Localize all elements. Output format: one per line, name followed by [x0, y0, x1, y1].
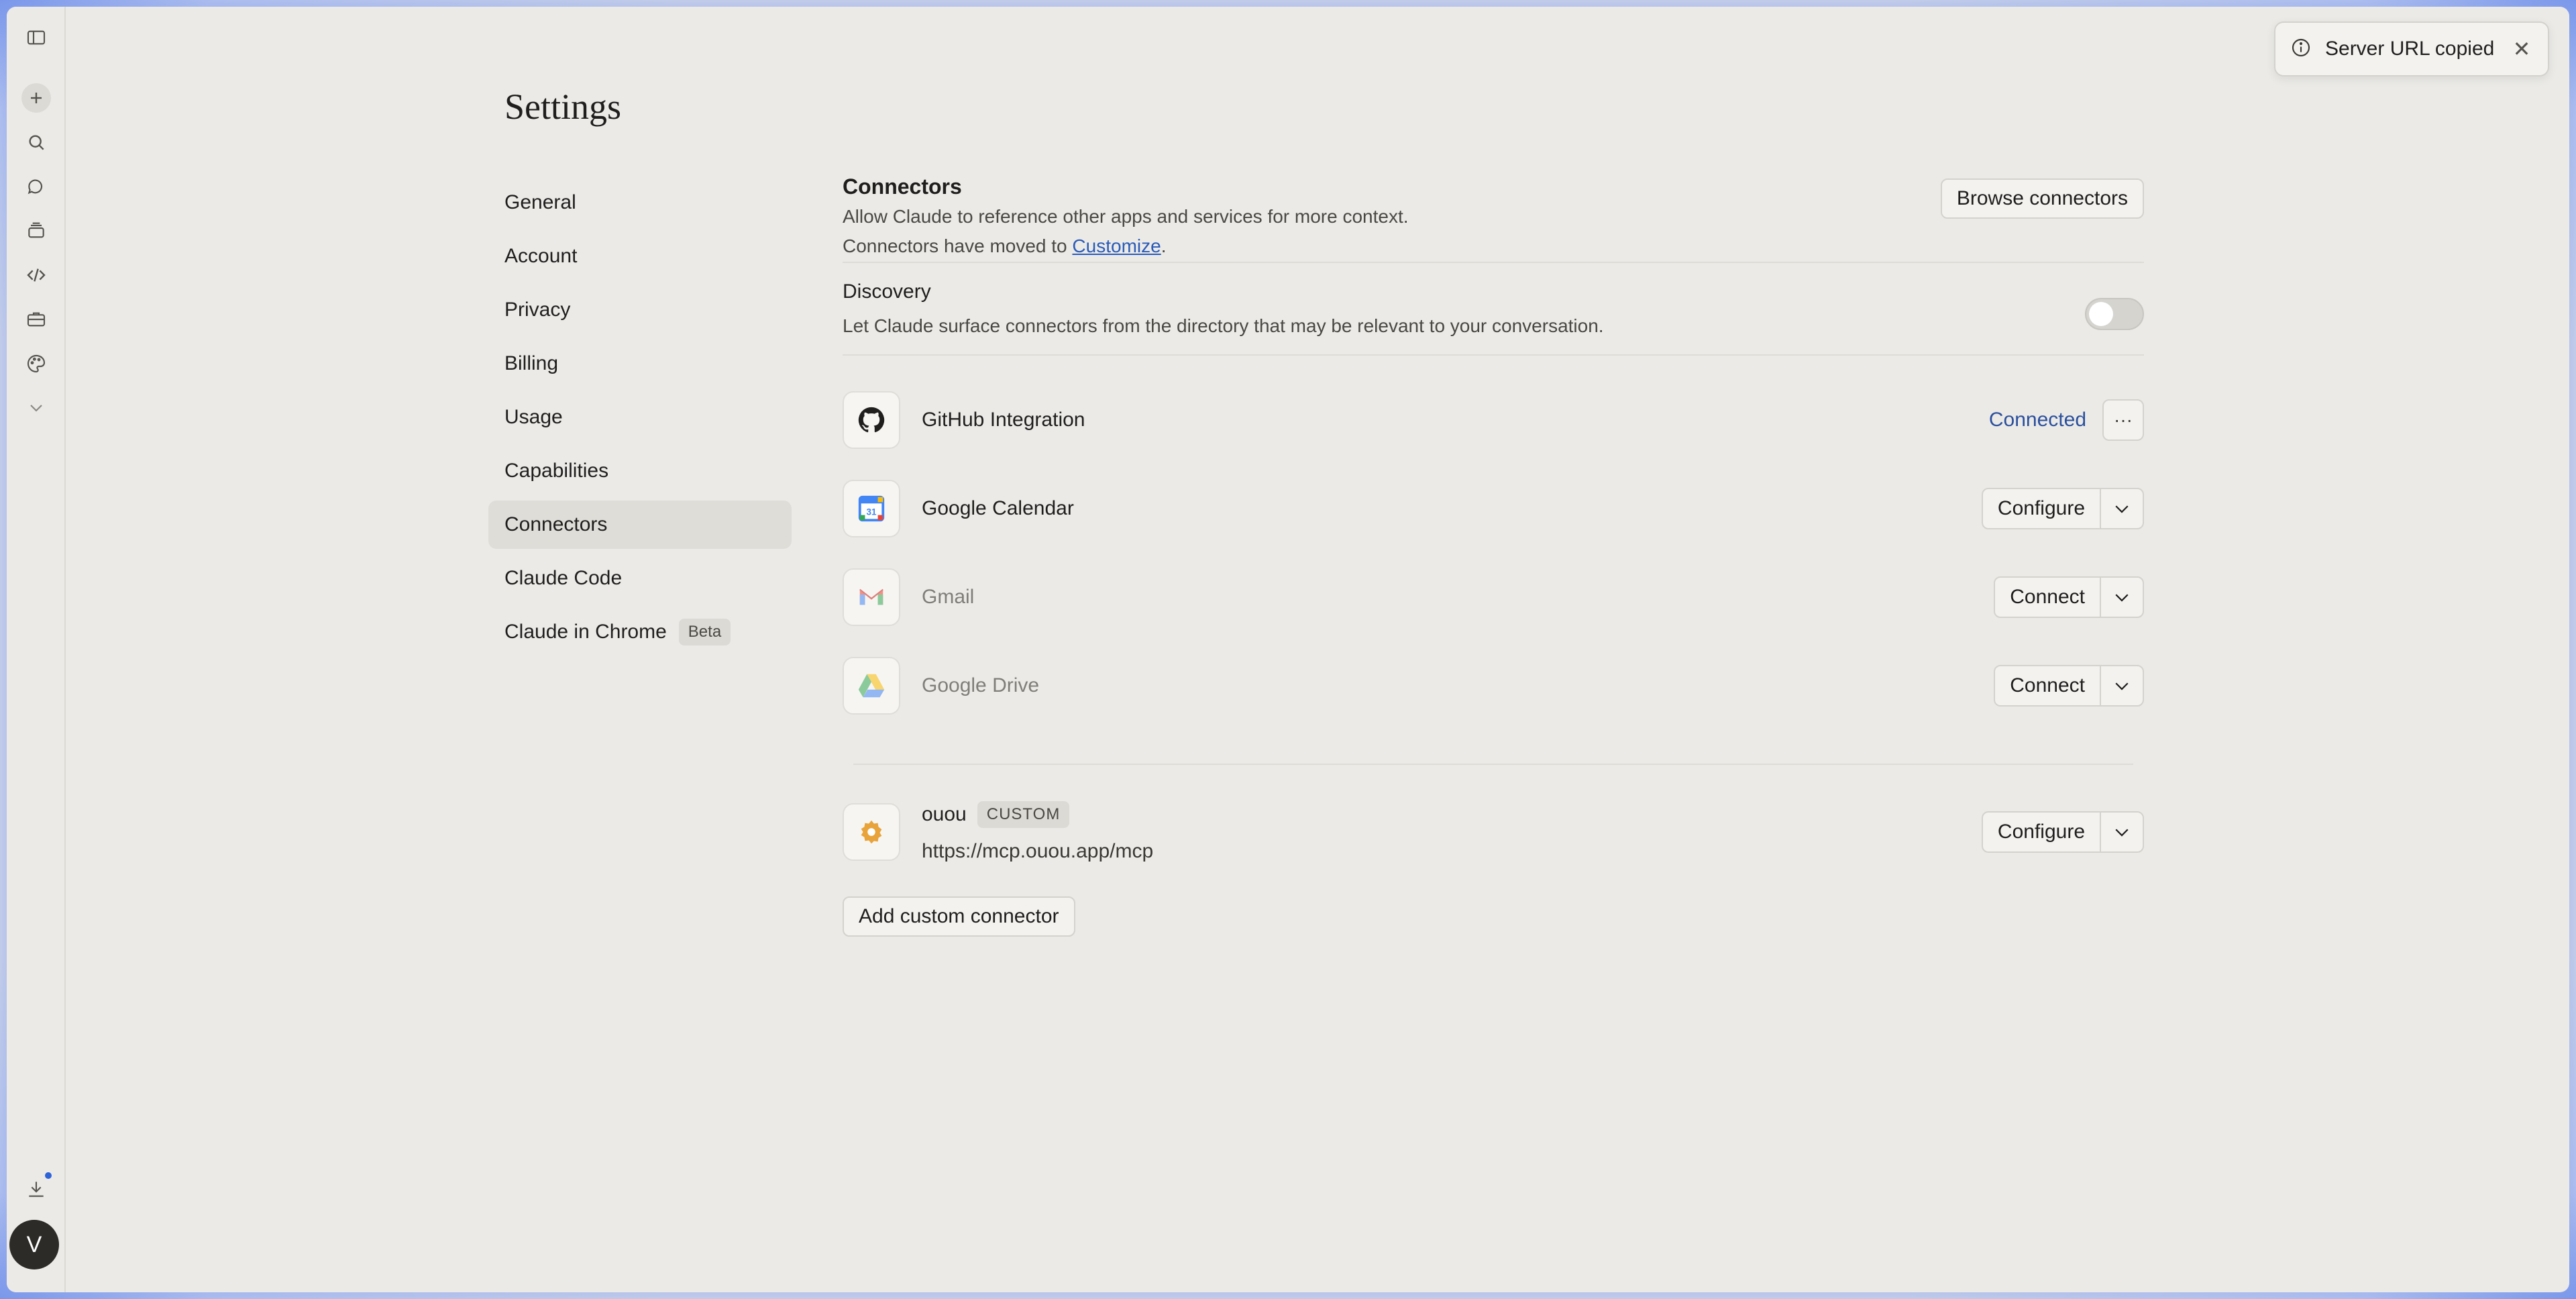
nav-item-privacy[interactable]: Privacy: [488, 286, 792, 334]
connector-row-gmail: Gmail Connect: [843, 553, 2144, 641]
gmail-icon: [843, 568, 900, 626]
nav-item-general[interactable]: General: [488, 178, 792, 227]
connect-split-button: Connect: [1994, 576, 2144, 618]
configure-button[interactable]: Configure: [1983, 489, 2101, 528]
nav-item-label: Claude Code: [504, 567, 623, 589]
custom-badge: CUSTOM: [977, 801, 1070, 828]
moved-notice-text: Connectors have moved to: [843, 236, 1073, 256]
discovery-title: Discovery: [843, 280, 931, 303]
nav-item-label: Connectors: [504, 513, 608, 535]
nav-item-label: General: [504, 191, 576, 213]
projects-icon[interactable]: [21, 216, 51, 246]
connector-name: Google Drive: [922, 674, 1040, 696]
nav-item-capabilities[interactable]: Capabilities: [488, 447, 792, 495]
connect-split-button: Connect: [1994, 665, 2144, 707]
connector-name: GitHub Integration: [922, 409, 1085, 431]
connector-actions: Configure: [1981, 488, 2144, 529]
settings-nav: General Account Privacy Billing Usage Ca…: [488, 178, 792, 662]
connector-actions: Connect: [1994, 576, 2144, 618]
divider: [853, 764, 2133, 765]
connector-row-custom: ouou CUSTOM https://mcp.ouou.app/mcp Con…: [843, 798, 2144, 866]
more-options-button[interactable]: ···: [2102, 399, 2144, 441]
chats-icon[interactable]: [21, 172, 51, 201]
github-icon: [843, 391, 900, 449]
nav-item-label: Claude in Chrome: [504, 621, 667, 643]
configure-split-button: Configure: [1981, 811, 2144, 853]
google-calendar-icon: 31: [843, 480, 900, 537]
nav-item-billing[interactable]: Billing: [488, 340, 792, 388]
briefcase-icon[interactable]: [21, 305, 51, 334]
nav-item-label: Privacy: [504, 299, 571, 321]
connectors-panel: Connectors Allow Claude to reference oth…: [843, 174, 2144, 937]
discovery-description: Let Claude surface connectors from the d…: [843, 315, 1604, 336]
page-title: Settings: [504, 87, 622, 127]
discovery-toggle[interactable]: [2085, 298, 2144, 330]
new-chat-icon[interactable]: [21, 83, 51, 113]
connector-name: Gmail: [922, 586, 975, 608]
connector-actions: Configure: [1981, 811, 2144, 853]
code-icon[interactable]: [21, 260, 51, 290]
app-window: V Settings General Account Privacy Billi…: [7, 7, 2569, 1292]
connect-button[interactable]: Connect: [1995, 578, 2101, 617]
toast-message: Server URL copied: [2325, 38, 2495, 60]
custom-connector-icon: [843, 803, 900, 861]
nav-item-connectors[interactable]: Connectors: [488, 501, 792, 549]
nav-item-usage[interactable]: Usage: [488, 393, 792, 441]
notification-dot: [43, 1170, 54, 1181]
avatar[interactable]: V: [9, 1220, 59, 1269]
toast-notification: Server URL copied ✕: [2274, 21, 2549, 76]
chevron-down-icon[interactable]: [2101, 489, 2143, 528]
connector-row-google-calendar: 31 Google Calendar Configure: [843, 464, 2144, 553]
close-icon[interactable]: ✕: [2512, 37, 2532, 61]
nav-item-label: Billing: [504, 352, 559, 374]
nav-item-claude-code[interactable]: Claude Code: [488, 554, 792, 603]
nav-item-label: Usage: [504, 406, 563, 428]
configure-button[interactable]: Configure: [1983, 813, 2101, 851]
custom-connector-info: ouou CUSTOM https://mcp.ouou.app/mcp: [922, 801, 1153, 863]
sidebar-toggle-icon[interactable]: [21, 23, 51, 52]
toggle-knob: [2089, 302, 2113, 326]
connector-name: Google Calendar: [922, 497, 1074, 519]
nav-item-label: Capabilities: [504, 460, 609, 482]
info-icon: [2290, 37, 2312, 62]
configure-split-button: Configure: [1981, 488, 2144, 529]
nav-item-claude-in-chrome[interactable]: Claude in Chrome Beta: [488, 608, 792, 656]
connect-button[interactable]: Connect: [1995, 666, 2101, 705]
connector-actions: Connected ···: [1989, 399, 2144, 441]
connector-row-google-drive: Google Drive Connect: [843, 641, 2144, 730]
connector-name: ouou: [922, 803, 967, 825]
chevron-down-icon[interactable]: [2101, 813, 2143, 851]
discovery-row: Discovery Let Claude surface connectors …: [843, 263, 2144, 354]
moved-notice-period: .: [1161, 236, 1167, 256]
moved-notice: Connectors have moved to Customize.: [843, 236, 2144, 257]
download-icon[interactable]: [21, 1170, 54, 1204]
google-drive-icon: [843, 657, 900, 715]
connector-actions: Connect: [1994, 665, 2144, 707]
connectors-header: Connectors Allow Claude to reference oth…: [843, 174, 2144, 262]
divider: [843, 354, 2144, 356]
add-custom-connector-button[interactable]: Add custom connector: [843, 896, 1075, 937]
svg-text:31: 31: [867, 507, 877, 517]
left-rail: V: [7, 7, 66, 1292]
palette-icon[interactable]: [21, 349, 51, 378]
browse-connectors-button[interactable]: Browse connectors: [1940, 178, 2144, 219]
connector-row-github: GitHub Integration Connected ···: [843, 376, 2144, 464]
beta-badge: Beta: [678, 619, 731, 645]
customize-link[interactable]: Customize: [1072, 236, 1161, 256]
chevron-down-icon[interactable]: [2101, 666, 2143, 705]
chevron-down-icon[interactable]: [2101, 578, 2143, 617]
server-url: https://mcp.ouou.app/mcp: [922, 840, 1154, 862]
connected-status: Connected: [1988, 409, 2086, 431]
nav-item-account[interactable]: Account: [488, 232, 792, 280]
chevron-down-icon[interactable]: [21, 393, 51, 423]
nav-item-label: Account: [504, 245, 578, 267]
search-icon[interactable]: [21, 127, 51, 157]
